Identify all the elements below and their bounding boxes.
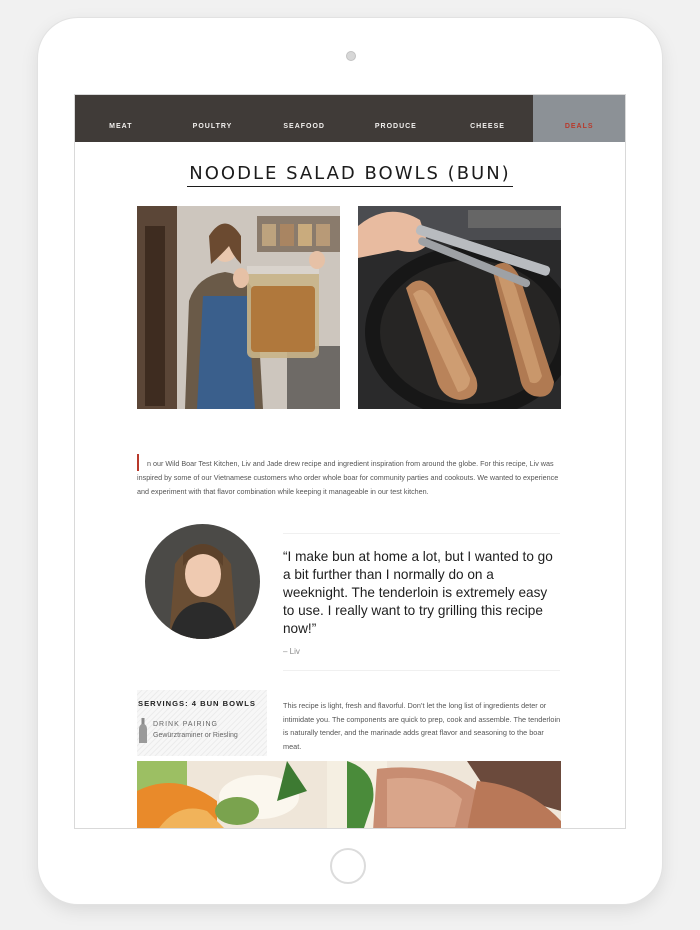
intro-text: n our Wild Boar Test Kitchen, Liv and Ja…	[137, 459, 559, 496]
nav-item-seafood[interactable]: SEAFOOD	[258, 95, 350, 142]
home-button[interactable]	[330, 848, 366, 884]
nav-item-deals[interactable]: DEALS	[533, 95, 625, 142]
quote-block: “I make bun at home a lot, but I wanted …	[283, 533, 560, 671]
nav-item-meat[interactable]: MEAT	[75, 95, 167, 142]
tablet-screen: MEAT POULTRY SEAFOOD PRODUCE CHEESE DEAL…	[74, 94, 626, 829]
drink-pairing-value: Gewürztraminer or Riesling	[153, 732, 238, 739]
nav-item-cheese[interactable]: CHEESE	[442, 95, 534, 142]
kitchen-photo	[137, 206, 340, 409]
top-navigation: MEAT POULTRY SEAFOOD PRODUCE CHEESE DEAL…	[75, 95, 625, 142]
page-title: NOODLE SALAD BOWLS (BUN)	[187, 163, 513, 188]
intro-paragraph: n our Wild Boar Test Kitchen, Liv and Ja…	[137, 454, 563, 498]
wine-bottle-icon	[139, 718, 147, 743]
servings-label: SERVINGS: 4 BUN BOWLS	[138, 699, 256, 708]
quote-text: “I make bun at home a lot, but I wanted …	[283, 549, 553, 636]
servings-box: SERVINGS: 4 BUN BOWLS DRINK PAIRING Gewü…	[137, 690, 267, 756]
drink-pairing-label: DRINK PAIRING	[153, 721, 218, 728]
nav-item-produce[interactable]: PRODUCE	[350, 95, 442, 142]
tablet-frame: MEAT POULTRY SEAFOOD PRODUCE CHEESE DEAL…	[38, 18, 662, 904]
camera-icon	[346, 51, 356, 61]
quote-author: – Liv	[283, 647, 300, 656]
nav-item-poultry[interactable]: POULTRY	[167, 95, 259, 142]
drop-cap	[137, 454, 139, 472]
skillet-photo	[358, 206, 561, 409]
recipe-description: This recipe is light, fresh and flavorfu…	[283, 701, 561, 751]
bun-bowl-photo	[137, 761, 561, 828]
avatar	[145, 524, 260, 639]
